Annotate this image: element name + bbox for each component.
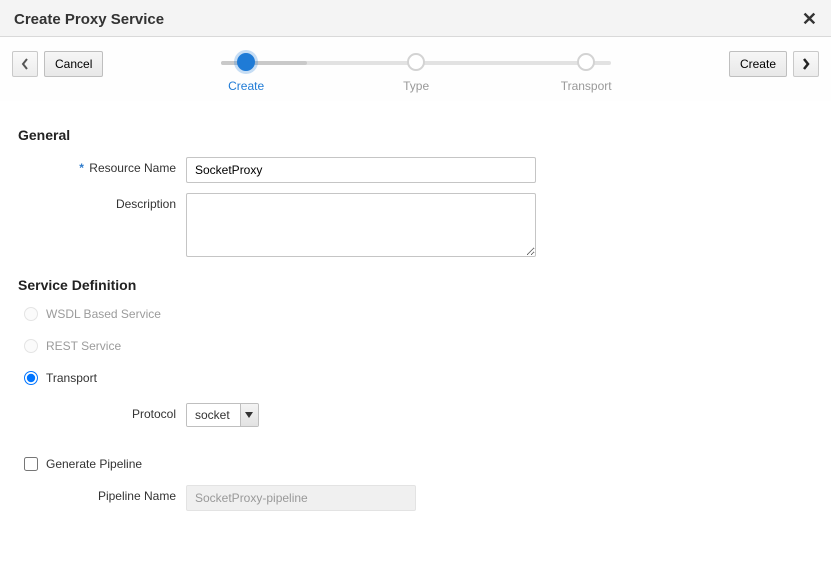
create-button[interactable]: Create xyxy=(729,51,787,77)
section-general-title: General xyxy=(18,127,813,143)
generate-pipeline-checkbox-row[interactable]: Generate Pipeline xyxy=(24,457,813,471)
section-service-def-title: Service Definition xyxy=(18,277,813,293)
radio-wsdl: WSDL Based Service xyxy=(24,307,813,321)
close-icon[interactable]: ✕ xyxy=(802,10,817,28)
description-textarea[interactable] xyxy=(186,193,536,257)
radio-transport-input[interactable] xyxy=(24,371,38,385)
pipeline-name-label: Pipeline Name xyxy=(18,485,186,503)
resource-name-label: * Resource Name xyxy=(18,157,186,175)
step-label: Type xyxy=(403,79,429,93)
radio-rest-label: REST Service xyxy=(46,339,121,353)
protocol-select[interactable]: socket xyxy=(186,403,259,427)
next-button[interactable] xyxy=(793,51,819,77)
wizard-stepper: Create Type Transport xyxy=(103,51,729,93)
pipeline-name-input xyxy=(186,485,416,511)
radio-wsdl-label: WSDL Based Service xyxy=(46,307,161,321)
step-label: Transport xyxy=(561,79,612,93)
cancel-button[interactable]: Cancel xyxy=(44,51,103,77)
back-button[interactable] xyxy=(12,51,38,77)
radio-rest-input xyxy=(24,339,38,353)
step-circle-icon xyxy=(407,53,425,71)
protocol-dropdown-button[interactable] xyxy=(240,404,258,426)
step-circle-icon xyxy=(237,53,255,71)
chevron-left-icon xyxy=(21,58,29,70)
protocol-value: socket xyxy=(187,404,240,426)
step-type[interactable]: Type xyxy=(381,53,451,93)
radio-wsdl-input xyxy=(24,307,38,321)
step-label: Create xyxy=(228,79,264,93)
protocol-label: Protocol xyxy=(18,403,186,421)
dialog-title: Create Proxy Service xyxy=(14,11,164,28)
radio-transport[interactable]: Transport xyxy=(24,371,813,385)
step-transport[interactable]: Transport xyxy=(551,53,621,93)
step-create[interactable]: Create xyxy=(211,53,281,93)
generate-pipeline-checkbox[interactable] xyxy=(24,457,38,471)
step-circle-icon xyxy=(577,53,595,71)
radio-transport-label: Transport xyxy=(46,371,97,385)
caret-down-icon xyxy=(245,412,253,418)
description-label: Description xyxy=(18,193,186,211)
radio-rest: REST Service xyxy=(24,339,813,353)
resource-name-input[interactable] xyxy=(186,157,536,183)
chevron-right-icon xyxy=(802,58,810,70)
required-star-icon: * xyxy=(79,161,84,175)
generate-pipeline-label: Generate Pipeline xyxy=(46,457,142,471)
